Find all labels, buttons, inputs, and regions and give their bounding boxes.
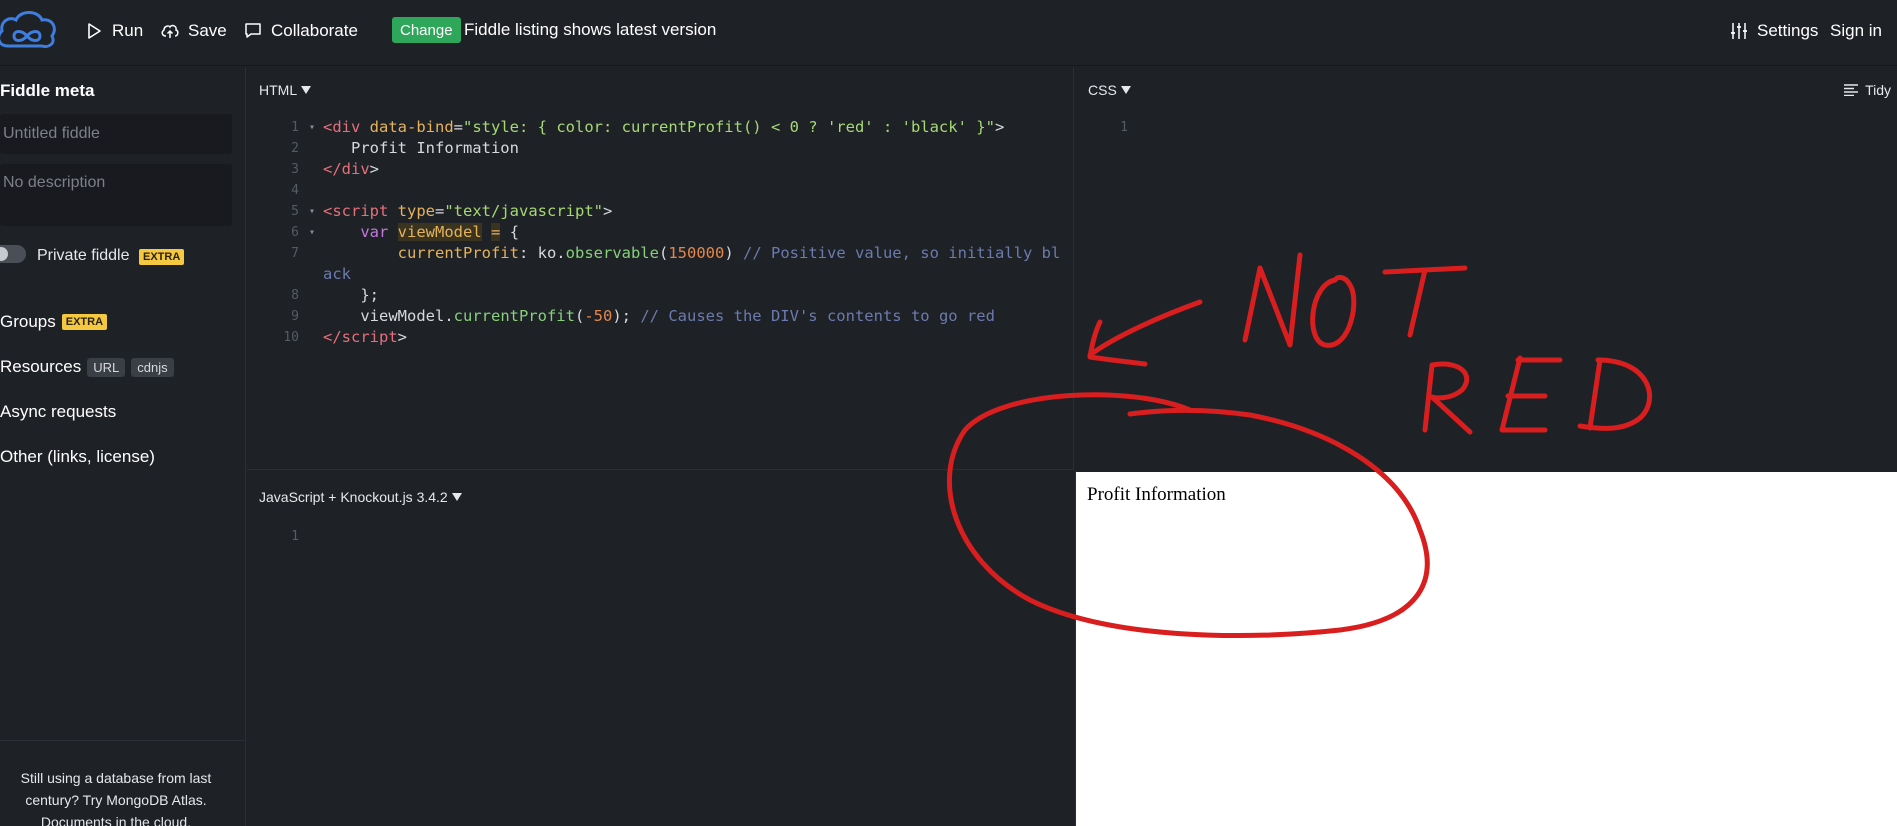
sliders-icon: [1731, 23, 1747, 39]
version-notice: Fiddle listing shows latest version: [464, 20, 717, 39]
line-number: 1: [291, 529, 299, 544]
private-fiddle-label: Private fiddle: [37, 247, 130, 264]
settings-label: Settings: [1757, 21, 1819, 40]
extra-badge: EXTRA: [139, 249, 185, 265]
js-panel-header[interactable]: JavaScript + Knockout.js 3.4.2: [259, 489, 462, 505]
save-label: Save: [188, 21, 227, 40]
fiddle-meta-title: Fiddle meta: [0, 81, 95, 100]
toggle-knob: [0, 247, 8, 261]
line-number: 3: [291, 162, 299, 177]
css-panel-label: CSS: [1088, 82, 1117, 98]
js-panel[interactable]: JavaScript + Knockout.js 3.4.2 1: [247, 471, 1076, 826]
resources-url-button[interactable]: URL: [87, 357, 126, 377]
groups-label: Groups: [0, 312, 56, 331]
settings-button[interactable]: Settings: [1729, 18, 1818, 44]
sidebar-item-groups[interactable]: Groups EXTRA: [0, 312, 108, 332]
line-number: 8: [291, 288, 299, 303]
line-number: 4: [291, 183, 299, 198]
sidebar-item-resources[interactable]: Resources URL cdnjs: [0, 357, 174, 377]
sidebar-item-other[interactable]: Other (links, license): [0, 447, 155, 467]
resources-cdnjs-button[interactable]: cdnjs: [131, 357, 174, 377]
fold-arrow-icon[interactable]: ▾: [309, 222, 315, 243]
sign-in-link[interactable]: Sign in: [1830, 18, 1882, 44]
play-icon: [88, 23, 101, 39]
html-panel-header[interactable]: HTML: [259, 82, 312, 98]
line-number: 9: [291, 309, 299, 324]
html-panel[interactable]: HTML 1 ▾ <div data-bind="style: { color: c…: [247, 67, 1074, 470]
tidy-button[interactable]: Tidy: [1844, 82, 1891, 98]
run-button[interactable]: Run: [84, 18, 143, 44]
html-panel-label: HTML: [259, 82, 298, 98]
change-button[interactable]: Change: [392, 17, 461, 43]
collaborate-button[interactable]: Collaborate: [243, 18, 358, 44]
run-label: Run: [112, 21, 144, 40]
align-lines-icon: [1844, 84, 1859, 96]
line-number: 2: [291, 141, 299, 156]
tidy-label: Tidy: [1865, 82, 1891, 98]
fold-arrow-icon[interactable]: ▾: [309, 117, 315, 138]
save-button[interactable]: Save: [160, 18, 227, 44]
line-number: 1: [291, 120, 299, 135]
sign-in-label: Sign in: [1830, 21, 1882, 40]
extra-badge: EXTRA: [61, 314, 108, 330]
js-panel-label: JavaScript + Knockout.js 3.4.2: [259, 489, 448, 505]
collaborate-label: Collaborate: [271, 21, 358, 40]
caret-down-icon: [1120, 86, 1131, 94]
description-input[interactable]: No description: [0, 164, 232, 226]
line-number: 1: [1120, 120, 1128, 135]
private-toggle[interactable]: [0, 245, 26, 263]
css-panel-header[interactable]: CSS: [1088, 82, 1131, 98]
top-bar: Run Save Collaborate Change Fiddle listi…: [0, 0, 1897, 66]
line-number: 7: [291, 246, 299, 261]
caret-down-icon: [451, 493, 462, 501]
title-input[interactable]: Untitled fiddle: [0, 114, 232, 154]
jsfiddle-logo-icon[interactable]: [0, 6, 60, 56]
line-number: 6: [291, 225, 299, 240]
line-number: 10: [283, 330, 299, 345]
sidebar-item-async[interactable]: Async requests: [0, 402, 116, 422]
other-label: Other (links, license): [0, 447, 155, 466]
promo-text[interactable]: Still using a database from last century…: [0, 767, 232, 826]
caret-down-icon: [301, 86, 312, 94]
result-pane[interactable]: Profit Information: [1076, 472, 1897, 826]
cloud-upload-icon: [161, 24, 179, 38]
async-label: Async requests: [0, 402, 117, 421]
css-panel[interactable]: CSS Tidy 1: [1076, 67, 1897, 472]
chat-bubble-icon: [245, 23, 261, 38]
resources-label: Resources: [0, 357, 82, 376]
result-profit-text: Profit Information: [1087, 484, 1226, 505]
fold-arrow-icon[interactable]: ▾: [309, 201, 315, 222]
divider: [0, 740, 246, 741]
sidebar: Fiddle meta Untitled fiddle No descripti…: [0, 67, 246, 826]
line-number: 5: [291, 204, 299, 219]
